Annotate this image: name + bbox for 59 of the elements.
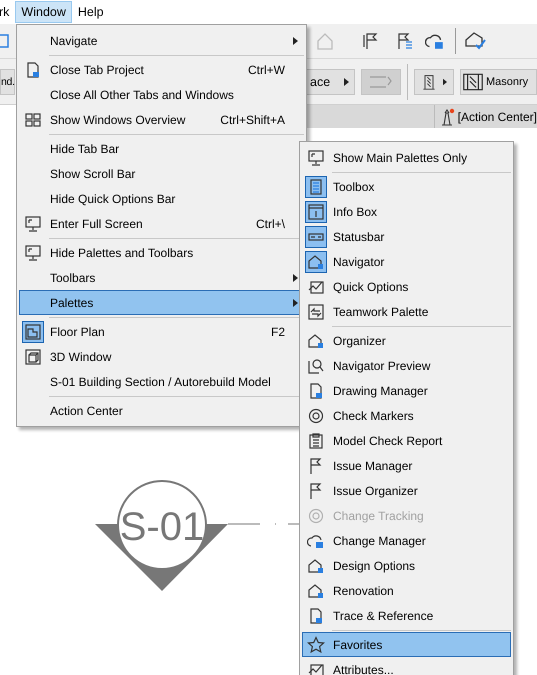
menu-item[interactable]: Floor Plan F2 xyxy=(19,319,304,344)
menu-item[interactable]: Navigator xyxy=(302,249,511,274)
menu-item[interactable]: Info Box xyxy=(302,199,511,224)
shortcut-label: Ctrl+Shift+A xyxy=(220,112,285,126)
house-icon xyxy=(307,556,325,574)
menu-item[interactable]: Show Windows Overview Ctrl+Shift+A xyxy=(19,107,304,132)
menu-item[interactable]: Organizer xyxy=(302,328,511,353)
circle-icon xyxy=(307,506,325,524)
arrows-icon xyxy=(307,302,325,320)
menu-item[interactable]: Attributes... xyxy=(302,657,511,675)
menu-item[interactable]: Trace & Reference xyxy=(302,603,511,628)
menu-item[interactable]: Favorites xyxy=(302,632,511,657)
shortcut-label: Ctrl+W xyxy=(248,62,285,76)
monitor-icon xyxy=(307,148,325,166)
menu-item[interactable]: Quick Options xyxy=(302,274,511,299)
menu-item[interactable]: Navigator Preview xyxy=(302,353,511,378)
menu-item[interactable]: Enter Full Screen Ctrl+\ xyxy=(19,211,304,236)
menu-item[interactable]: Toolbars xyxy=(19,265,304,290)
menu-bar-item[interactable]: rk xyxy=(0,1,16,23)
menu-item[interactable]: Hide Palettes and Toolbars xyxy=(19,240,304,265)
grid-icon xyxy=(24,110,42,128)
menu-item[interactable]: Close Tab Project Ctrl+W xyxy=(19,57,304,82)
menu-bar-item[interactable]: Help xyxy=(72,1,110,23)
menu-item[interactable]: Model Check Report xyxy=(302,428,511,453)
menu-item[interactable]: Teamwork Palette xyxy=(302,299,511,324)
shortcut-label: Ctrl+\ xyxy=(256,216,285,230)
document-icon[interactable] xyxy=(0,34,10,48)
menu-item[interactable]: Statusbar xyxy=(302,224,511,249)
menu-item[interactable]: Toolbox xyxy=(302,174,511,199)
toolbar-button[interactable]: nd. xyxy=(0,68,15,94)
menu-item[interactable]: Drawing Manager xyxy=(302,378,511,403)
section-label: S-01 xyxy=(120,505,204,549)
menu-bar-item[interactable]: Window xyxy=(15,1,72,23)
circle-icon xyxy=(307,406,325,424)
menu-item[interactable]: Show Main Palettes Only xyxy=(302,145,511,170)
menu-item[interactable]: 3D Window xyxy=(19,344,304,369)
caret-icon xyxy=(443,78,447,86)
menu-item[interactable]: Renovation xyxy=(302,578,511,603)
menu-item[interactable]: Change Manager xyxy=(302,528,511,553)
wall-icon xyxy=(463,70,483,92)
house-icon xyxy=(307,332,325,350)
monitor-icon xyxy=(24,244,42,262)
house-icon xyxy=(307,582,325,600)
house-check-icon[interactable] xyxy=(464,30,486,52)
monitor-icon xyxy=(24,214,42,232)
star-icon xyxy=(307,636,325,654)
menu-item[interactable]: Issue Manager xyxy=(302,453,511,478)
cube-icon xyxy=(24,348,42,366)
menu-item[interactable]: Issue Organizer xyxy=(302,478,511,503)
clipboard-icon xyxy=(307,432,325,450)
menu-item[interactable]: Close All Other Tabs and Windows xyxy=(19,82,304,107)
menu-item[interactable]: Check Markers xyxy=(302,403,511,428)
action-center-label[interactable]: [Action Center] xyxy=(434,105,537,128)
toolbar-button[interactable] xyxy=(414,68,454,94)
wall-dropdown[interactable]: Masonry xyxy=(460,68,537,94)
caret-icon xyxy=(344,78,349,86)
shortcut-label: F2 xyxy=(270,324,285,338)
menu-item[interactable]: Design Options xyxy=(302,553,511,578)
magnifier-icon xyxy=(307,356,325,374)
